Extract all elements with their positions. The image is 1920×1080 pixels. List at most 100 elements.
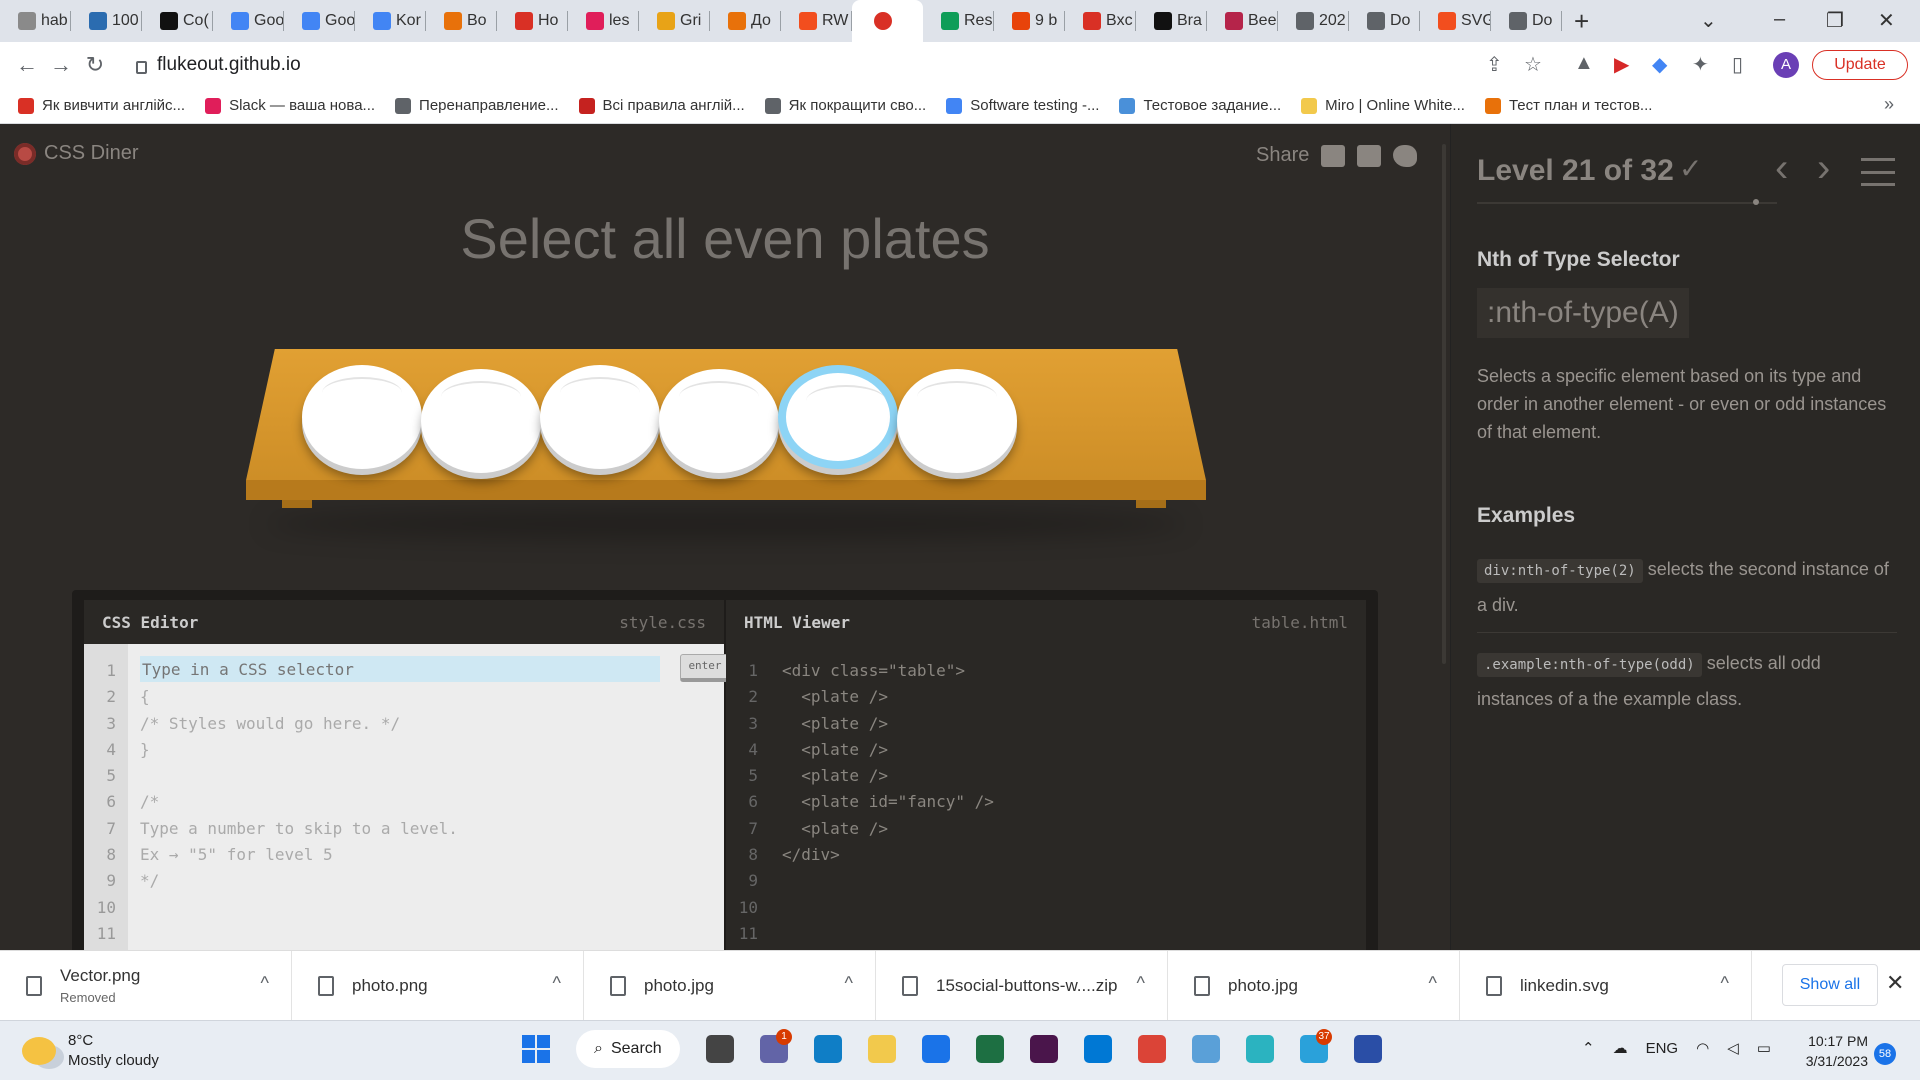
bookmark-item[interactable]: Перенаправление... [395, 97, 559, 114]
download-item[interactable]: linkedin.svg ^ [1460, 950, 1752, 1021]
page-scrollbar[interactable] [1438, 124, 1450, 950]
bookmark-item[interactable]: Як покращити сво... [764, 97, 926, 114]
minimize-button[interactable]: – [1774, 8, 1785, 31]
browser-tab[interactable]: 100 [71, 0, 142, 42]
taskbar-search[interactable]: ⌕ Search [576, 1030, 680, 1068]
browser-tab[interactable]: Do [1491, 0, 1562, 42]
previous-level-icon[interactable]: ‹ [1775, 146, 1788, 191]
browser-tab[interactable]: hab [0, 0, 71, 42]
system-clock[interactable]: 10:17 PM 3/31/2023 [1796, 1031, 1868, 1071]
browser-tab[interactable]: Ho [497, 0, 568, 42]
browser-tab[interactable]: Bra [1136, 0, 1207, 42]
side-panel-icon[interactable]: ▯ [1732, 52, 1743, 77]
next-level-icon[interactable]: › [1817, 146, 1830, 191]
plate[interactable] [302, 365, 422, 469]
bookmark-item[interactable]: Всі правила англій... [578, 97, 745, 114]
browser-tab[interactable]: Bee [1207, 0, 1278, 42]
browser-tab[interactable]: 202 [1278, 0, 1349, 42]
taskbar-app-telegram[interactable]: 37 [1294, 1027, 1334, 1071]
close-download-shelf-icon[interactable]: ✕ [1886, 970, 1904, 996]
tab-search-icon[interactable]: ⌄ [1700, 8, 1717, 33]
twitter-icon[interactable] [1393, 144, 1418, 167]
browser-tab[interactable]: Bxc [1065, 0, 1136, 42]
update-button[interactable]: Update [1812, 50, 1908, 80]
css-diner-logo[interactable]: CSS Diner [14, 142, 138, 165]
taskbar-app-edge[interactable] [808, 1027, 848, 1071]
browser-tab[interactable]: До [710, 0, 781, 42]
bookmark-item[interactable]: Slack — ваша нова... [205, 97, 375, 114]
bookmark-star-icon[interactable]: ☆ [1524, 52, 1542, 77]
facebook-icon[interactable] [1357, 144, 1382, 167]
browser-tab[interactable]: Goo [284, 0, 355, 42]
taskbar-app-save-app[interactable] [1348, 1027, 1388, 1071]
back-icon[interactable]: ← [10, 52, 44, 78]
taskbar-app-paint[interactable] [1186, 1027, 1226, 1071]
enter-button[interactable]: enter [680, 654, 730, 682]
browser-tab[interactable]: Kor [355, 0, 426, 42]
language-indicator[interactable]: ENG [1646, 1040, 1679, 1057]
browser-tab[interactable]: Do [1349, 0, 1420, 42]
download-options-chevron-icon[interactable]: ^ [1137, 973, 1145, 994]
bookmark-item[interactable]: Тестовое задание... [1119, 97, 1281, 114]
browser-tab[interactable]: Goo [213, 0, 284, 42]
taskbar-app-slack[interactable] [1024, 1027, 1064, 1071]
scrollbar-thumb[interactable] [1442, 144, 1446, 664]
browser-tab[interactable]: 9 b [994, 0, 1065, 42]
taskbar-app-file-explorer[interactable] [700, 1027, 740, 1071]
extension-hat-icon[interactable]: ▲ [1574, 52, 1594, 75]
download-item[interactable]: 15social-buttons-w....zip ^ [876, 950, 1168, 1021]
plate[interactable] [659, 369, 779, 473]
download-options-chevron-icon[interactable]: ^ [1721, 973, 1729, 994]
html-code[interactable]: <div class="table"> <plate /> <plate /> … [782, 658, 994, 868]
level-menu-icon[interactable] [1861, 158, 1895, 186]
taskbar-app-teams[interactable]: 1 [754, 1027, 794, 1071]
forward-icon[interactable]: → [44, 52, 78, 78]
translate-extension-icon[interactable]: ◆ [1652, 52, 1667, 77]
bookmark-item[interactable]: Тест план и тестов... [1484, 97, 1652, 114]
maximize-button[interactable]: ❐ [1826, 8, 1844, 33]
taskbar-app-chrome[interactable] [1132, 1027, 1172, 1071]
plate[interactable] [897, 369, 1017, 473]
browser-tab[interactable]: Co( [142, 0, 213, 42]
browser-tab[interactable]: Gri [639, 0, 710, 42]
taskbar-app-folder[interactable] [862, 1027, 902, 1071]
download-item[interactable]: photo.jpg ^ [584, 950, 876, 1021]
css-selector-input[interactable] [140, 656, 660, 682]
download-item[interactable]: Vector.png Removed ^ [0, 950, 292, 1021]
cloud-icon[interactable]: ☁ [1613, 1039, 1628, 1057]
download-options-chevron-icon[interactable]: ^ [261, 973, 269, 994]
profile-avatar[interactable]: A [1773, 52, 1799, 78]
url-text[interactable]: flukeout.github.io [157, 54, 301, 76]
volume-icon[interactable]: ◁ [1727, 1039, 1739, 1057]
wifi-icon[interactable]: ◠ [1696, 1039, 1709, 1057]
email-icon[interactable] [1321, 144, 1346, 167]
plate[interactable] [421, 369, 541, 473]
start-button[interactable] [516, 1027, 556, 1071]
battery-icon[interactable]: ▭ [1757, 1039, 1771, 1057]
taskbar-app-excel[interactable] [970, 1027, 1010, 1071]
download-options-chevron-icon[interactable]: ^ [845, 973, 853, 994]
extensions-puzzle-icon[interactable]: ✦ [1692, 52, 1709, 77]
youtube-extension-icon[interactable]: ▶ [1614, 52, 1629, 77]
reload-icon[interactable]: ↻ [78, 52, 112, 78]
bookmark-item[interactable]: Як вивчити англійс... [18, 97, 185, 114]
taskbar-app-vscode[interactable] [1078, 1027, 1118, 1071]
taskbar-app-app-cyan[interactable] [1240, 1027, 1280, 1071]
download-options-chevron-icon[interactable]: ^ [553, 973, 561, 994]
download-item[interactable]: photo.png ^ [292, 950, 584, 1021]
browser-tab[interactable]: ✕ [852, 0, 923, 42]
fancy-plate[interactable] [778, 365, 898, 469]
show-hidden-icons-icon[interactable]: ⌃ [1582, 1039, 1595, 1057]
browser-tab[interactable]: les [568, 0, 639, 42]
plate[interactable] [540, 365, 660, 469]
notification-badge[interactable]: 58 [1874, 1043, 1896, 1065]
browser-tab[interactable]: Bo [426, 0, 497, 42]
show-all-downloads-button[interactable]: Show all [1782, 964, 1878, 1006]
bookmark-item[interactable]: Miro | Online White... [1301, 97, 1465, 114]
lock-icon[interactable] [136, 60, 147, 74]
download-options-chevron-icon[interactable]: ^ [1429, 973, 1437, 994]
new-tab-button[interactable]: + [1574, 6, 1589, 37]
download-item[interactable]: photo.jpg ^ [1168, 950, 1460, 1021]
url-field[interactable]: flukeout.github.io [136, 48, 1476, 82]
taskbar-app-store[interactable] [916, 1027, 956, 1071]
